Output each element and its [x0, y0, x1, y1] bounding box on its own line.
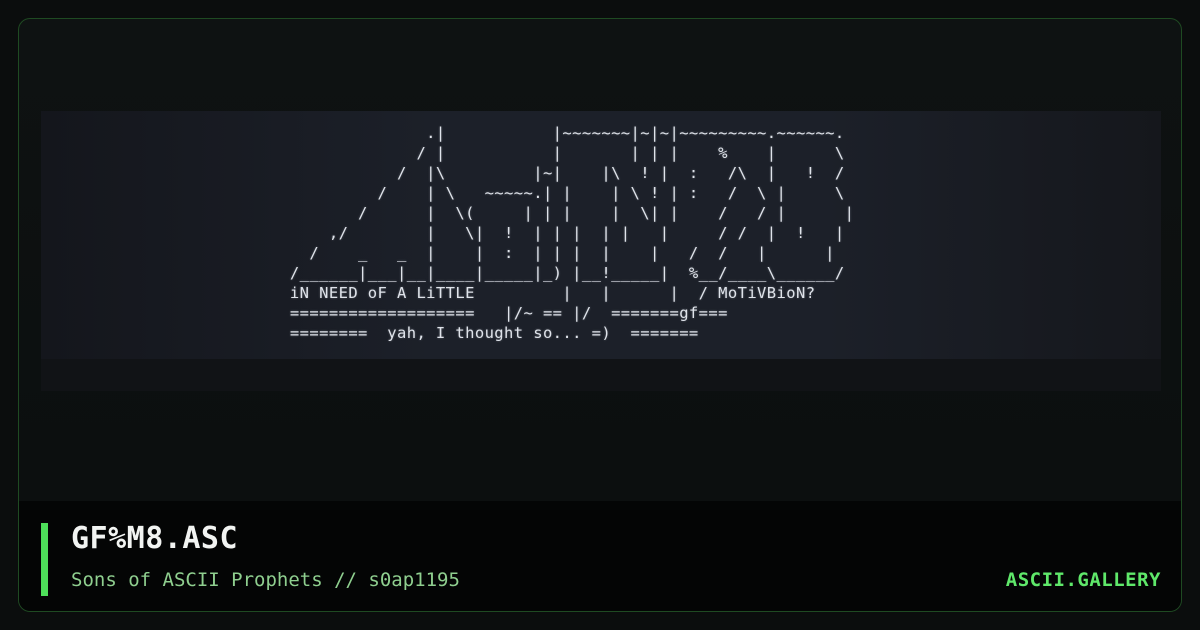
artwork-panel: .| |~~~~~~~|~|~|~~~~~~~~~.~~~~~~. / | | …	[41, 111, 1161, 391]
artwork-bottom-shade	[41, 359, 1161, 391]
footer-bar: GF%M8.ASC Sons of ASCII Prophets // s0ap…	[19, 501, 1181, 611]
site-brand-link[interactable]: ASCII.GALLERY	[1006, 569, 1161, 591]
ascii-artwork: .| |~~~~~~~|~|~|~~~~~~~~~.~~~~~~. / | | …	[289, 124, 855, 342]
artwork-title: GF%M8.ASC	[71, 521, 239, 556]
accent-bar	[41, 523, 48, 596]
preview-card: .| |~~~~~~~|~|~|~~~~~~~~~.~~~~~~. / | | …	[18, 18, 1182, 612]
artwork-subtitle: Sons of ASCII Prophets // s0ap1195	[71, 569, 460, 591]
